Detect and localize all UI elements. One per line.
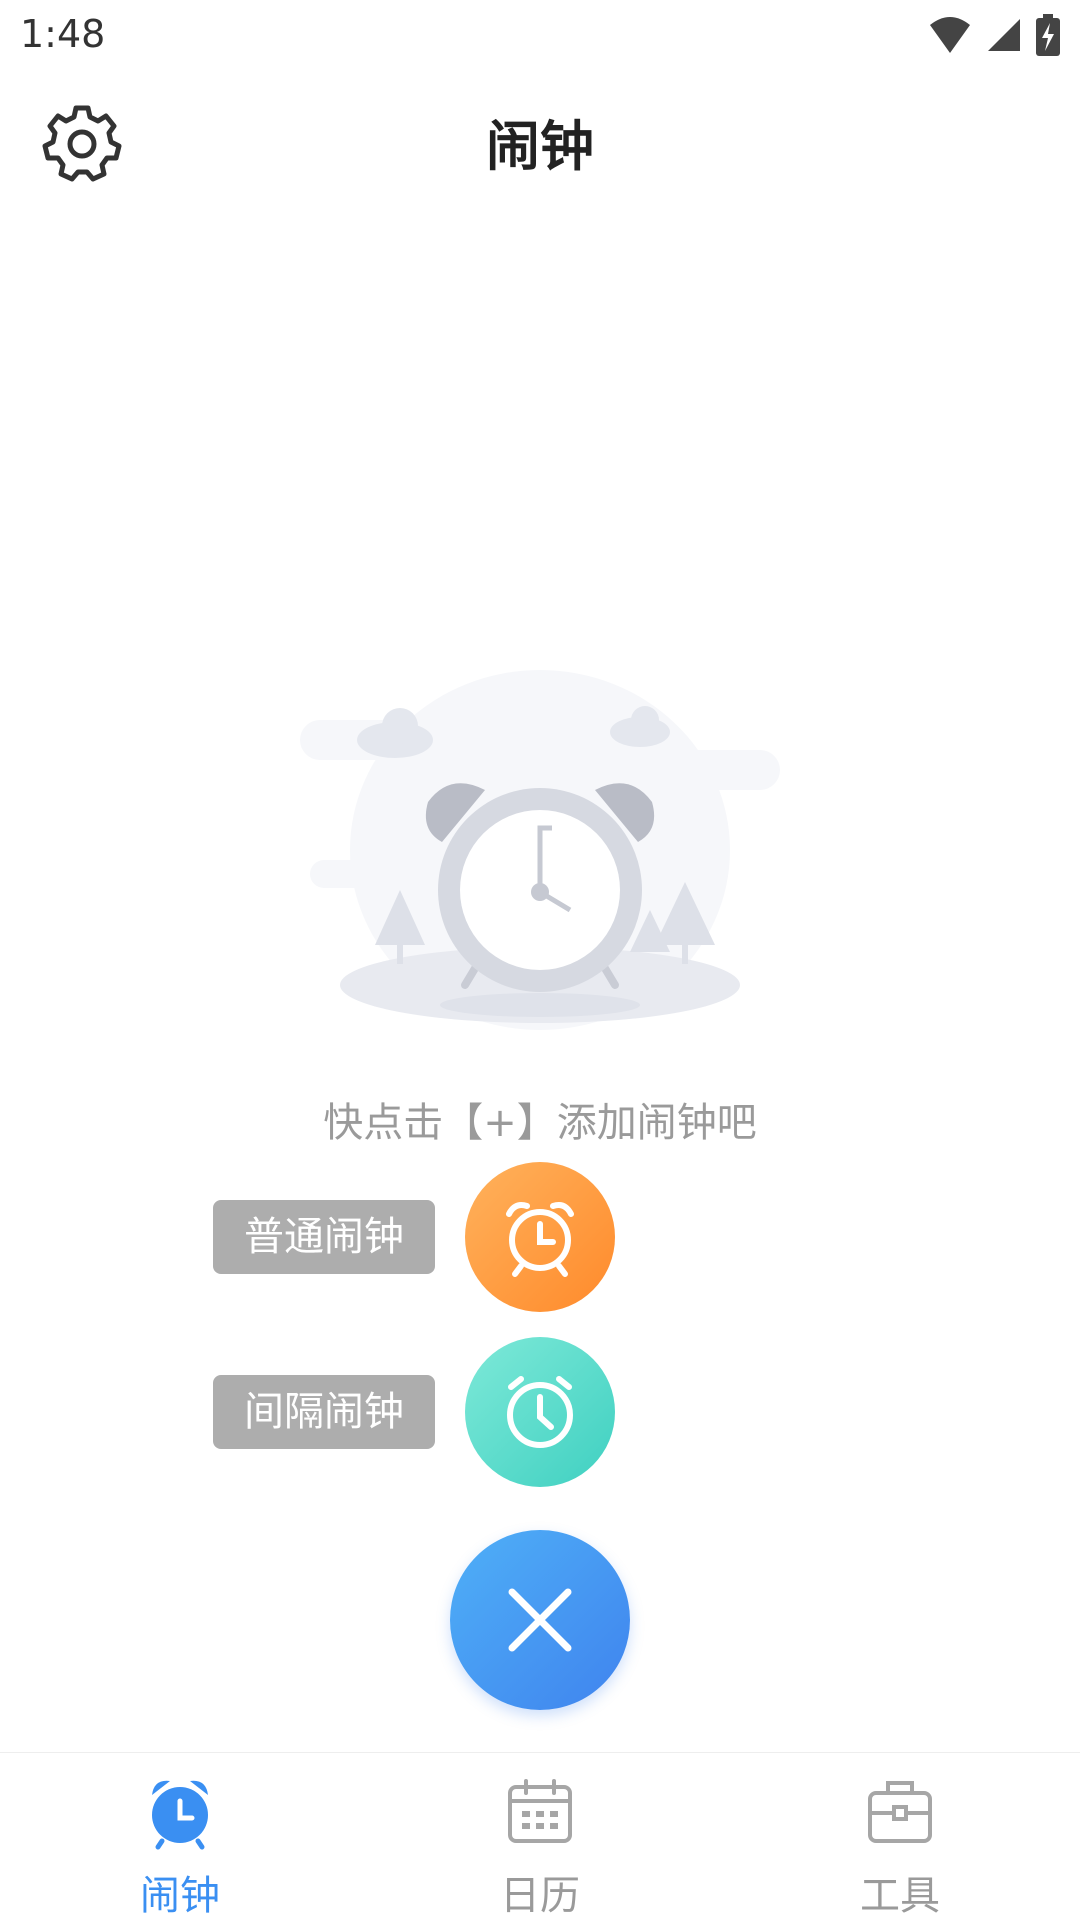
wifi-icon [930,17,970,53]
page-title: 闹钟 [486,115,594,178]
timer-clock-icon [507,1376,573,1448]
nav-label-tools: 工具 [860,1873,940,1919]
nav-label-alarm: 闹钟 [140,1873,220,1919]
signal-icon [988,19,1020,51]
calendar-icon [508,1779,572,1843]
empty-hint-text: 快点击【+】添加闹钟吧 [323,1100,757,1146]
normal-alarm-label[interactable]: 普通闹钟 [213,1200,435,1274]
interval-alarm-button[interactable] [465,1337,615,1487]
nav-item-tools[interactable]: 工具 [720,1753,1080,1921]
close-icon [508,1588,572,1652]
status-bar: 1:48 [0,0,1080,72]
toolbox-icon [868,1781,932,1843]
status-icons [928,14,1060,56]
nav-item-alarm[interactable]: 闹钟 [0,1753,360,1921]
alarm-icon [152,1780,208,1850]
alarm-clock-icon [506,1202,574,1277]
battery-icon [1036,14,1060,56]
interval-alarm-label[interactable]: 间隔闹钟 [213,1375,435,1449]
app-header: 闹钟 [0,80,1080,200]
nav-label-calendar: 日历 [500,1873,580,1919]
bottom-navigation: 闹钟 日历 工具 [0,1752,1080,1921]
nav-item-calendar[interactable]: 日历 [360,1753,720,1921]
normal-alarm-button[interactable] [465,1162,615,1312]
close-fab-button[interactable] [450,1530,630,1710]
status-time: 1:48 [20,12,106,56]
empty-alarm-illustration [300,660,780,1060]
